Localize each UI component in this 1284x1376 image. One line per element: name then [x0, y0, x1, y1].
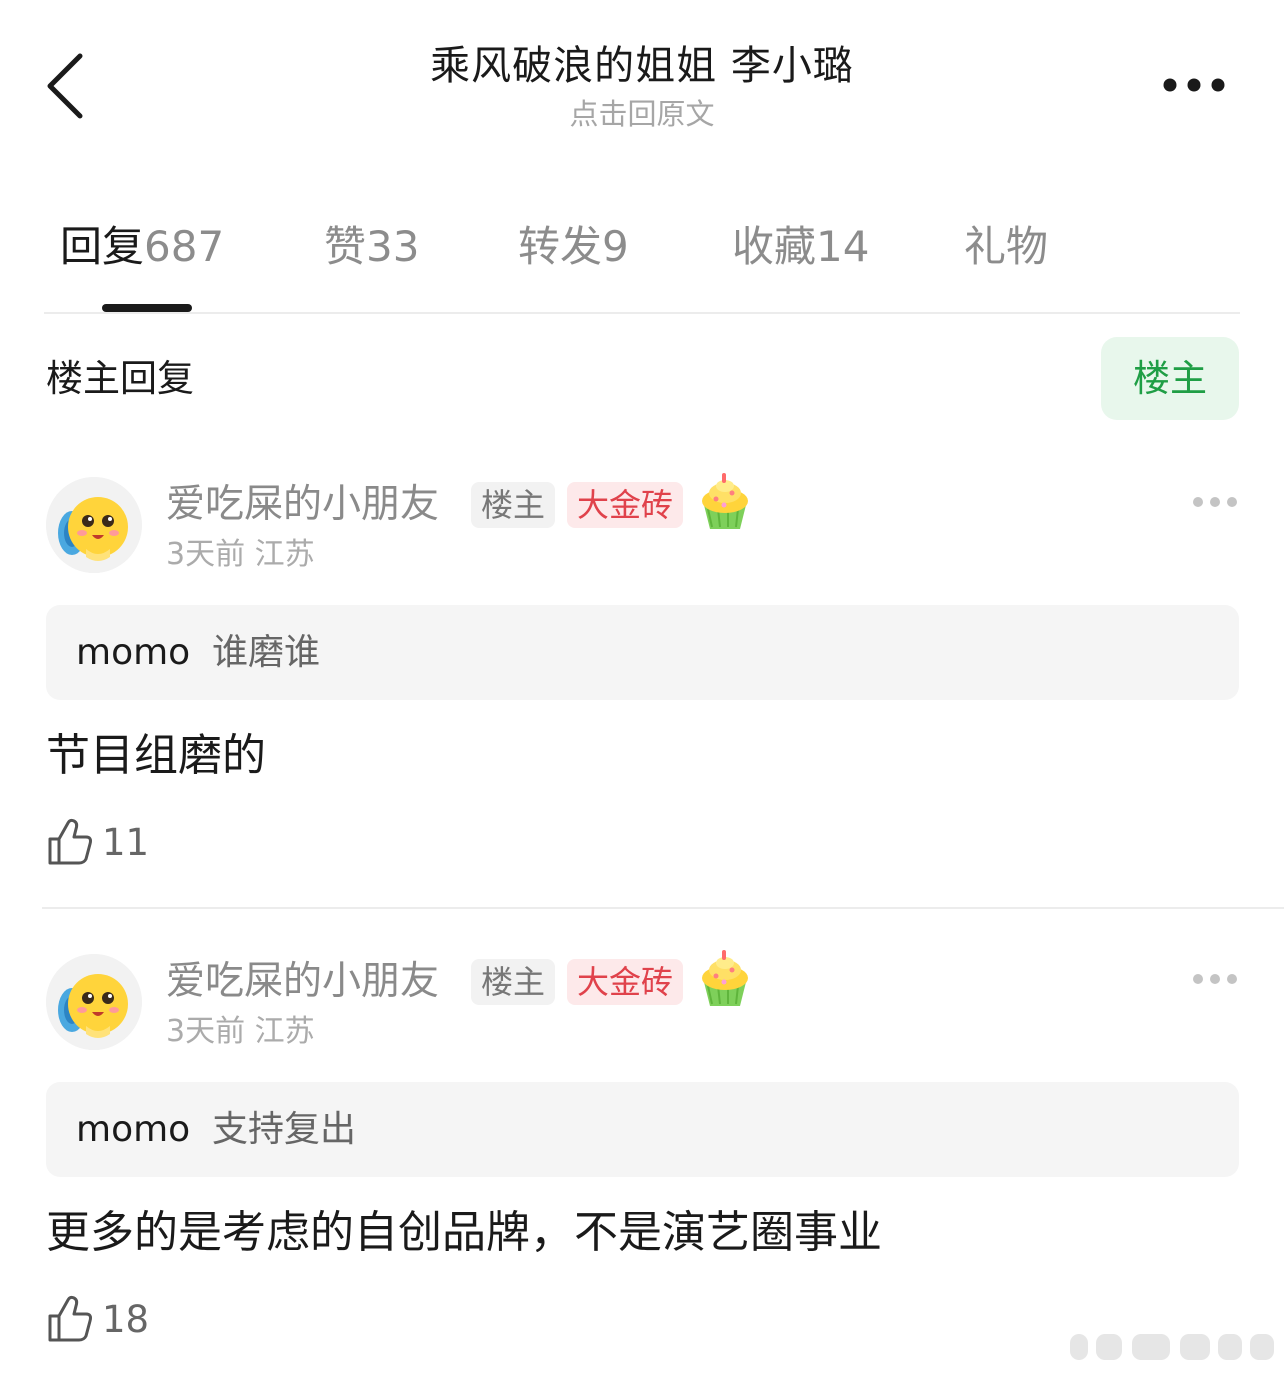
comment-meta: 3天前 江苏 — [166, 537, 315, 572]
more-button[interactable] — [1152, 62, 1236, 108]
quote-username: momo — [76, 1109, 191, 1150]
comment-item: 爱吃屎的小朋友 楼主 大金砖 3天前 江苏 momo 支持复出 更多的是考虑的自… — [0, 950, 1284, 1354]
op-filter-button[interactable]: 楼主 — [1101, 337, 1239, 420]
watermark-logo — [1040, 1330, 1280, 1364]
tab-gifts[interactable]: 礼物 — [964, 212, 1048, 282]
tab-label: 礼物 — [964, 222, 1049, 271]
comment-text: 更多的是考虑的自创品牌，不是演艺圈事业 — [46, 1207, 882, 1258]
tab-replies[interactable]: 回复687 — [60, 212, 224, 282]
tab-bar: 回复687 赞33 转发9 收藏14 礼物 — [44, 212, 1240, 314]
quoted-comment[interactable]: momo 支持复出 — [46, 1082, 1239, 1177]
tab-reposts[interactable]: 转发9 — [518, 212, 629, 282]
avatar[interactable] — [46, 477, 142, 573]
gold-badge[interactable]: 大金砖 — [567, 482, 684, 528]
quote-username: momo — [76, 632, 191, 673]
comment-divider — [42, 907, 1284, 909]
tab-count: 14 — [816, 222, 870, 271]
comment-more-button[interactable] — [1190, 493, 1240, 511]
back-to-original-link[interactable]: 点击回原文 — [200, 94, 1084, 134]
tab-favorites[interactable]: 收藏14 — [732, 212, 869, 282]
more-horizontal-icon — [1193, 497, 1237, 507]
tab-count: 9 — [602, 222, 629, 271]
username[interactable]: 爱吃屎的小朋友 — [166, 477, 439, 533]
tab-count: 687 — [144, 222, 225, 271]
title-block: 乘风破浪的姐姐 李小璐 点击回原文 — [200, 38, 1084, 134]
chevron-left-icon — [47, 53, 83, 119]
thumbs-up-icon — [48, 1295, 92, 1342]
op-badge: 楼主 — [471, 959, 556, 1005]
header: 乘风破浪的姐姐 李小璐 点击回原文 — [0, 0, 1284, 170]
emoji-avatar-icon — [46, 954, 142, 1050]
like-count: 11 — [102, 821, 150, 864]
tab-label: 转发 — [518, 222, 603, 271]
tab-label: 赞 — [324, 222, 367, 271]
op-badge: 楼主 — [471, 482, 556, 528]
quoted-comment[interactable]: momo 谁磨谁 — [46, 605, 1239, 700]
more-horizontal-icon — [1193, 974, 1237, 984]
emoji-avatar-icon — [46, 477, 142, 573]
username[interactable]: 爱吃屎的小朋友 — [166, 954, 439, 1010]
tab-label: 收藏 — [732, 222, 817, 271]
tab-likes[interactable]: 赞33 — [324, 212, 419, 282]
cupcake-icon[interactable] — [696, 948, 754, 1010]
section-title: 楼主回复 — [46, 357, 194, 400]
tab-count: 33 — [366, 222, 420, 271]
active-tab-indicator — [102, 304, 192, 312]
avatar[interactable] — [46, 954, 142, 1050]
tab-label: 回复 — [60, 222, 145, 271]
gold-badge[interactable]: 大金砖 — [567, 959, 684, 1005]
comment-meta: 3天前 江苏 — [166, 1014, 315, 1049]
more-horizontal-icon — [1163, 78, 1225, 92]
cupcake-icon[interactable] — [696, 471, 754, 533]
comment-more-button[interactable] — [1190, 970, 1240, 988]
page-title: 乘风破浪的姐姐 李小璐 — [430, 43, 854, 89]
like-count: 18 — [102, 1298, 150, 1341]
thumbs-up-icon — [48, 818, 92, 865]
comment-text: 节目组磨的 — [46, 730, 266, 781]
comment-item: 爱吃屎的小朋友 楼主 大金砖 3天前 江苏 momo 谁磨谁 节目组磨的 11 — [0, 473, 1284, 877]
quote-text: 支持复出 — [212, 1109, 357, 1150]
back-button[interactable] — [36, 46, 106, 126]
quote-text: 谁磨谁 — [212, 632, 321, 673]
